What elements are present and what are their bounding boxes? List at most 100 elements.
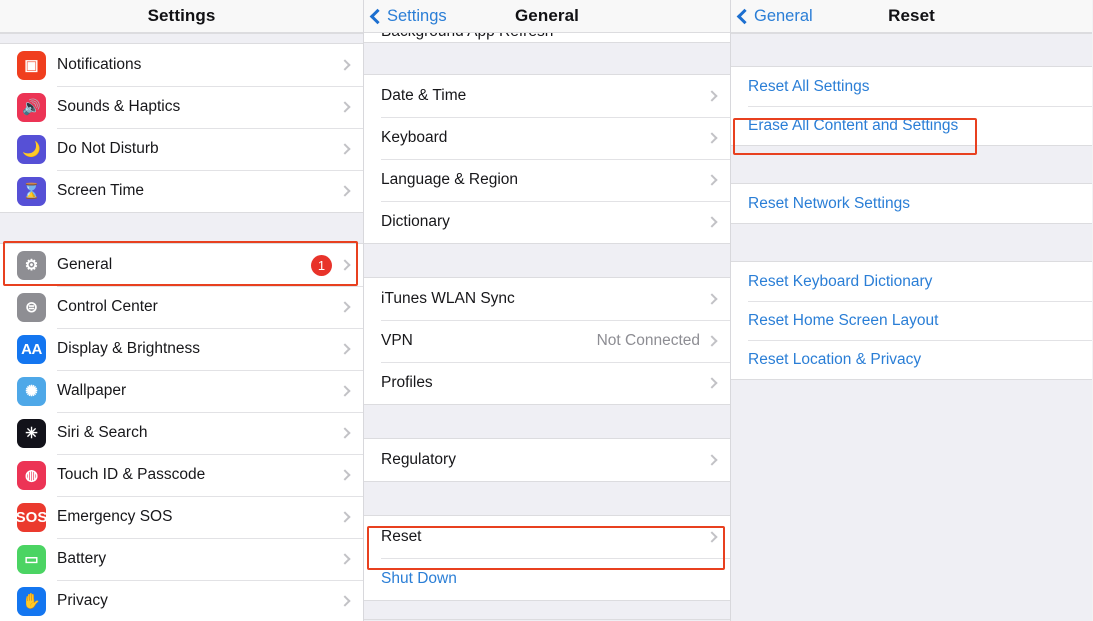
list-item-label: Language & Region (381, 171, 519, 188)
icon-glyph: ✺ (25, 382, 38, 400)
group-separator (364, 404, 730, 439)
back-button-label: General (754, 6, 813, 25)
list-item[interactable]: Reset Location & Privacy (731, 340, 1092, 379)
reset-group-primary: Reset All Settings Erase All Content and … (731, 67, 1092, 145)
chevron-right-icon (706, 335, 718, 347)
list-item[interactable]: ⚙ General 1 (0, 244, 363, 286)
list-item-label: Control Center (57, 298, 158, 315)
reset-group-other: Reset Keyboard Dictionary Reset Home Scre… (731, 262, 1092, 379)
list-item[interactable]: Reset Home Screen Layout (731, 301, 1092, 340)
list-item-label: General (57, 256, 113, 273)
list-item-label: Do Not Disturb (57, 140, 159, 157)
reset-scroll-area[interactable]: Reset All Settings Erase All Content and … (731, 33, 1092, 621)
chevron-right-icon (706, 377, 718, 389)
list-item[interactable]: Reset All Settings (731, 67, 1092, 106)
list-item[interactable]: AA Display & Brightness (0, 328, 363, 370)
group-separator (364, 243, 730, 278)
list-item[interactable]: Profiles (364, 362, 730, 404)
icon-glyph: 🌙 (22, 140, 41, 158)
flower-icon: ✺ (17, 376, 46, 406)
list-item[interactable]: Reset Keyboard Dictionary (731, 262, 1092, 301)
icon-glyph: ◍ (24, 466, 39, 484)
fingerprint-icon: ◍ (17, 460, 46, 490)
list-item[interactable]: Erase All Content and Settings (731, 106, 1092, 145)
reset-panel: General Reset Reset All Settings Erase Al… (730, 0, 1092, 621)
list-item-label: Reset Network Settings (748, 194, 910, 212)
chevron-left-icon (736, 8, 753, 25)
chevron-right-icon (339, 385, 351, 397)
list-item[interactable]: Regulatory (364, 439, 730, 481)
list-item[interactable]: SOS Emergency SOS (0, 496, 363, 538)
chevron-right-icon (339, 259, 351, 271)
list-item-label: Reset Keyboard Dictionary (748, 272, 933, 290)
back-button-general[interactable]: General (736, 0, 813, 32)
list-item[interactable]: Shut Down (364, 558, 730, 600)
list-item[interactable]: ✺ Wallpaper (0, 370, 363, 412)
icon-glyph: 🔊 (22, 98, 41, 116)
chevron-right-icon (706, 454, 718, 466)
toggles-icon: ⊜ (17, 292, 46, 322)
list-item-label: Privacy (57, 592, 108, 609)
chevron-right-icon (339, 301, 351, 313)
icon-glyph: AA (21, 340, 42, 358)
icon-glyph: SOS (17, 508, 46, 526)
chevron-right-icon (339, 511, 351, 523)
partial-cutoff-row-label: Background App Refresh (381, 33, 553, 41)
list-item-label: Keyboard (381, 129, 448, 146)
three-panel-ios-settings-screenshot: Settings ▣ Notifications 🔊 Sounds & Haptics… (0, 0, 1093, 621)
back-button-settings[interactable]: Settings (369, 0, 447, 32)
group-separator (731, 33, 1092, 67)
list-item-label: Display & Brightness (57, 340, 201, 357)
list-item-label: Profiles (381, 374, 433, 391)
status-badge: 1 (311, 254, 332, 276)
list-item-label: Wallpaper (57, 382, 127, 399)
general-panel: Settings General Background App Refresh … (363, 0, 730, 621)
chevron-right-icon (339, 427, 351, 439)
list-item[interactable]: 🔊 Sounds & Haptics (0, 86, 363, 128)
settings-group-secondary: ⚙ General 1 ⊜ Control Center AA Display & Brig… (0, 244, 363, 621)
speaker-icon: 🔊 (17, 92, 46, 122)
page-title: Reset (888, 6, 935, 25)
settings-navbar: Settings (0, 0, 363, 33)
list-item[interactable]: Reset Network Settings (731, 184, 1092, 223)
gear-icon: ⚙ (17, 250, 46, 280)
general-group-network: iTunes WLAN Sync VPN Not Connected Profiles (364, 278, 730, 404)
chevron-right-icon (339, 553, 351, 565)
icon-glyph: ▭ (24, 550, 39, 568)
list-item-label: Emergency SOS (57, 508, 173, 525)
icon-glyph: ✋ (22, 592, 41, 610)
list-item[interactable]: ✳ Siri & Search (0, 412, 363, 454)
battery-icon: ▭ (17, 544, 46, 574)
settings-scroll-area[interactable]: ▣ Notifications 🔊 Sounds & Haptics 🌙 Do Not D… (0, 33, 363, 621)
list-item-label: Reset Location & Privacy (748, 350, 922, 368)
list-item-label: Erase All Content and Settings (748, 116, 959, 134)
settings-group-primary: ▣ Notifications 🔊 Sounds & Haptics 🌙 Do Not D… (0, 44, 363, 212)
list-item[interactable]: VPN Not Connected (364, 320, 730, 362)
list-item-label: Reset (381, 528, 422, 545)
list-item[interactable]: ⊜ Control Center (0, 286, 363, 328)
list-item-label: Reset Home Screen Layout (748, 311, 939, 329)
list-item[interactable]: Dictionary (364, 201, 730, 243)
text-size-icon: AA (17, 334, 46, 364)
list-item[interactable]: Reset (364, 516, 730, 558)
list-item[interactable]: iTunes WLAN Sync (364, 278, 730, 320)
list-item[interactable]: ⌛ Screen Time (0, 170, 363, 212)
list-item[interactable]: ▣ Notifications (0, 44, 363, 86)
list-item[interactable]: ✋ Privacy (0, 580, 363, 621)
icon-glyph: ✳ (25, 424, 38, 442)
list-item[interactable]: Language & Region (364, 159, 730, 201)
list-item[interactable]: ◍ Touch ID & Passcode (0, 454, 363, 496)
hand-icon: ✋ (17, 586, 46, 616)
chevron-right-icon (339, 469, 351, 481)
list-item-label: Siri & Search (57, 424, 148, 441)
list-item[interactable]: Date & Time (364, 75, 730, 117)
list-item[interactable]: ▭ Battery (0, 538, 363, 580)
list-item[interactable]: 🌙 Do Not Disturb (0, 128, 363, 170)
list-item-label: Shut Down (381, 570, 457, 587)
list-item-label: Notifications (57, 56, 142, 73)
chevron-right-icon (706, 90, 718, 102)
partial-cutoff-row[interactable]: Background App Refresh (364, 33, 730, 42)
general-scroll-area[interactable]: Background App Refresh Date & Time Keyboa… (364, 33, 730, 621)
settings-panel: Settings ▣ Notifications 🔊 Sounds & Haptics… (0, 0, 363, 621)
list-item[interactable]: Keyboard (364, 117, 730, 159)
